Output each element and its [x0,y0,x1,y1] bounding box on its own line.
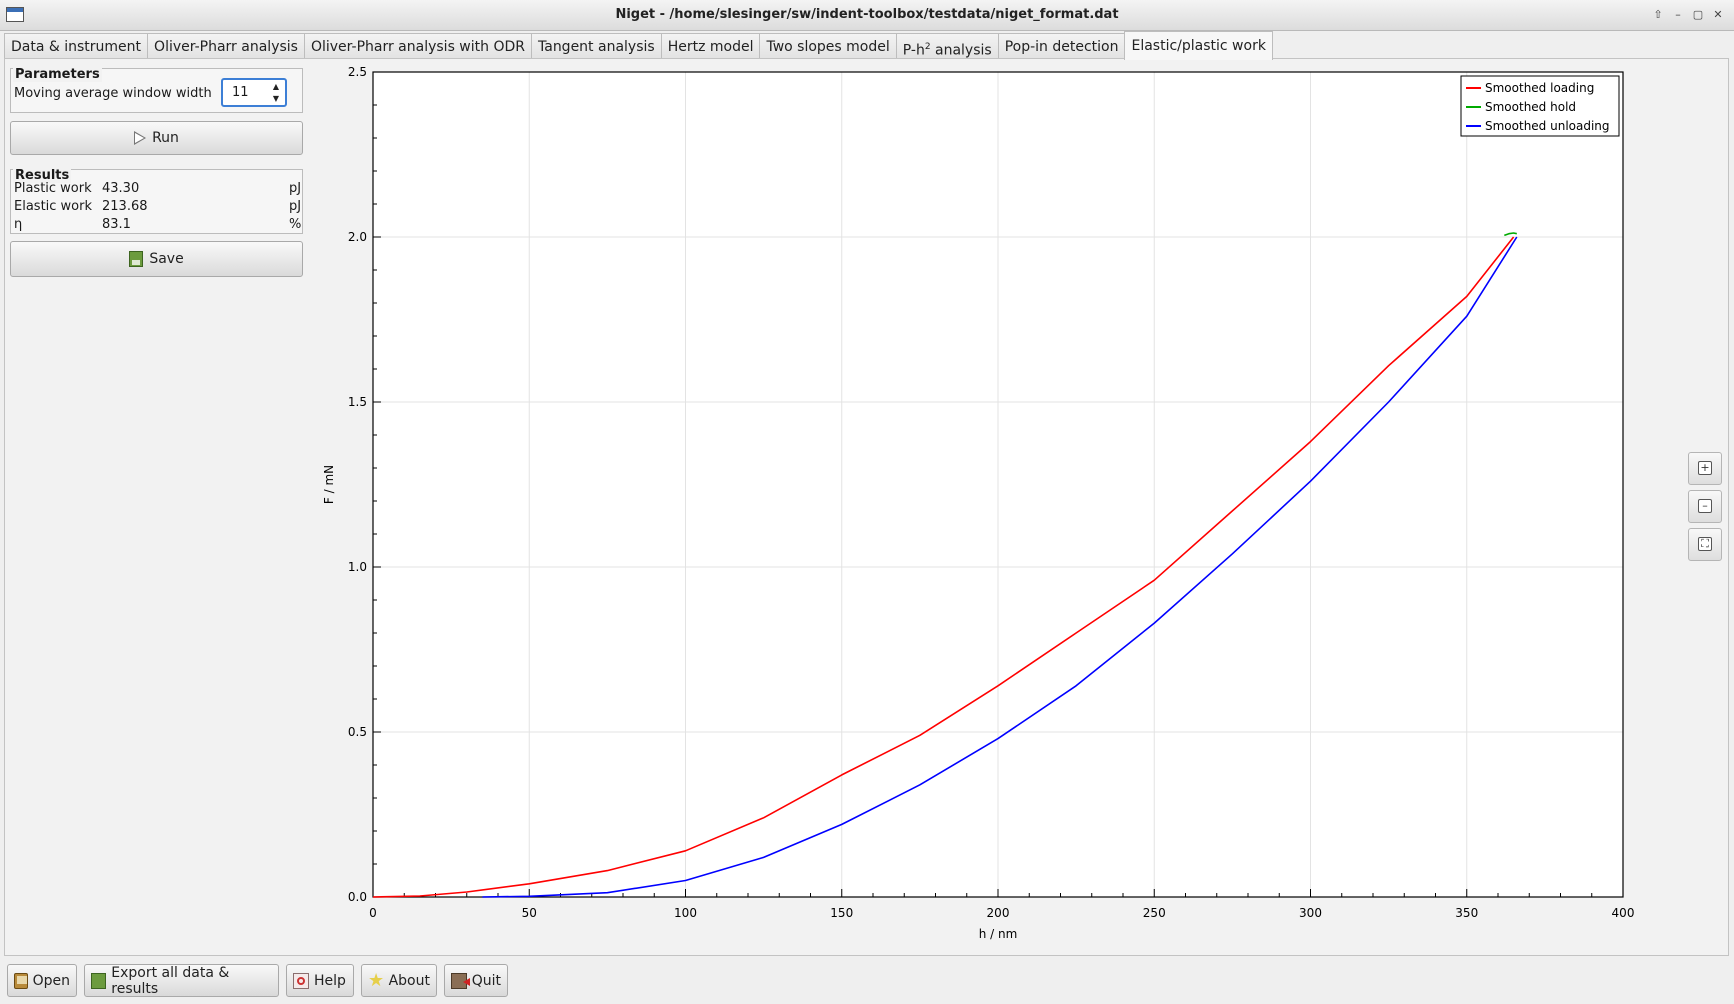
y-tick-label: 2.5 [348,65,367,79]
result-row-eta: η 83.1 % [14,216,304,233]
tab-oliver-pharr[interactable]: Oliver-Pharr analysis [147,33,305,59]
tab-tangent-analysis[interactable]: Tangent analysis [531,33,662,59]
x-tick-label: 250 [1143,906,1166,920]
tab-pop-in-detection[interactable]: Pop-in detection [997,33,1126,59]
tab-data-instrument[interactable]: Data & instrument [4,33,149,59]
export-all-button[interactable]: Export all data & results [84,964,279,997]
results-group: Results Plastic work 43.30 pJ Elastic wo… [10,168,304,234]
export-button-label: Export all data & results [111,964,230,997]
close-window-icon[interactable]: ✕ [1710,7,1726,23]
bottom-toolbar: Open Export all data & results Help Abou… [0,960,1734,1004]
spin-arrows[interactable]: ▲ ▼ [269,81,283,105]
parameters-group: Parameters Moving average window width 1… [10,67,303,113]
tab-elastic-plastic-work[interactable]: Elastic/plastic work [1124,31,1273,60]
legend-entry: Smoothed hold [1485,100,1576,114]
quit-button[interactable]: Quit [444,964,508,997]
y-tick-label: 2.0 [348,230,367,244]
result-value: 83.1 [102,217,131,232]
x-tick-label: 100 [674,906,697,920]
x-axis-label: h / nm [979,927,1018,941]
parameters-title: Parameters [13,67,102,82]
window-controls: ⇧ – ▢ ✕ [1650,7,1726,23]
about-button[interactable]: About [361,964,437,997]
zoom-out-button[interactable]: – [1688,490,1722,523]
quit-button-label: Quit [471,972,501,989]
result-row-plastic-work: Plastic work 43.30 pJ [14,180,304,197]
window-width-label: Moving average window width [14,86,212,101]
result-value: 213.68 [102,199,148,214]
shade-window-icon[interactable]: ⇧ [1650,7,1666,23]
zoom-out-icon: – [1698,499,1712,513]
tab-p-h2-main: P-h [902,42,925,59]
result-unit: pJ [289,181,302,196]
force-depth-chart[interactable]: 0 50 100 150 200 250 300 350 400 0.0 0.5 1.0 1.5 2.0 2… [310,60,1675,955]
y-tick-label: 1.5 [348,395,367,409]
title-bar: Niget - /home/slesinger/sw/indent-toolbo… [0,0,1734,31]
open-button-label: Open [32,972,70,989]
tab-p-h2-rest: analysis [930,42,992,59]
window-width-spinbox[interactable]: 11 ▲ ▼ [221,78,287,107]
legend-entry: Smoothed loading [1485,81,1594,95]
tab-two-slopes-model[interactable]: Two slopes model [759,33,897,59]
tab-bar: Data & instrument Oliver-Pharr analysis … [4,31,1273,60]
x-tick-label: 0 [369,906,377,920]
open-button[interactable]: Open [7,964,77,997]
result-label: Elastic work [14,199,93,214]
minimize-window-icon[interactable]: – [1670,7,1686,23]
help-button[interactable]: Help [286,964,354,997]
y-tick-label: 0.5 [348,725,367,739]
quit-exit-icon [451,972,470,989]
result-value: 43.30 [102,181,140,196]
x-tick-label: 150 [830,906,853,920]
zoom-in-icon: + [1698,461,1712,475]
folder-open-icon [14,972,28,989]
tab-p-h2-analysis[interactable]: P-h2 analysis [895,33,999,59]
window-title: Niget - /home/slesinger/sw/indent-toolbo… [615,7,1119,22]
result-unit: % [289,217,302,232]
tab-hertz-model[interactable]: Hertz model [660,33,761,59]
x-tick-label: 50 [522,906,537,920]
run-button[interactable]: Run [10,121,303,155]
run-button-label: Run [152,130,179,146]
spin-up-icon[interactable]: ▲ [269,81,283,93]
spin-down-icon[interactable]: ▼ [269,93,283,105]
x-tick-label: 300 [1299,906,1322,920]
help-lifebuoy-icon [293,972,309,989]
result-unit: pJ [289,199,302,214]
zoom-in-button[interactable]: + [1688,452,1722,485]
chart-area[interactable]: 0 50 100 150 200 250 300 350 400 0.0 0.5 1.0 1.5 2.0 2… [310,60,1675,955]
window-width-value: 11 [232,85,249,100]
y-axis-label: F / mN [322,465,336,504]
legend-entry: Smoothed unloading [1485,119,1610,133]
x-tick-label: 350 [1455,906,1478,920]
run-icon [134,131,147,145]
save-icon [129,251,144,267]
maximize-window-icon[interactable]: ▢ [1690,7,1706,23]
zoom-fit-button[interactable]: ⛶ [1688,528,1722,561]
result-row-elastic-work: Elastic work 213.68 pJ [14,198,304,215]
export-icon [91,972,107,989]
tab-oliver-pharr-odr[interactable]: Oliver-Pharr analysis with ODR [303,33,532,59]
x-tick-label: 200 [987,906,1010,920]
x-tick-label: 400 [1612,906,1635,920]
about-button-label: About [388,972,430,989]
star-icon [368,970,384,991]
result-label: η [14,217,23,232]
zoom-fit-icon: ⛶ [1698,537,1712,551]
y-tick-label: 0.0 [348,890,367,904]
save-button-label: Save [149,251,184,267]
help-button-label: Help [314,972,346,989]
save-button[interactable]: Save [10,241,303,277]
result-label: Plastic work [14,181,92,196]
y-tick-label: 1.0 [348,560,367,574]
